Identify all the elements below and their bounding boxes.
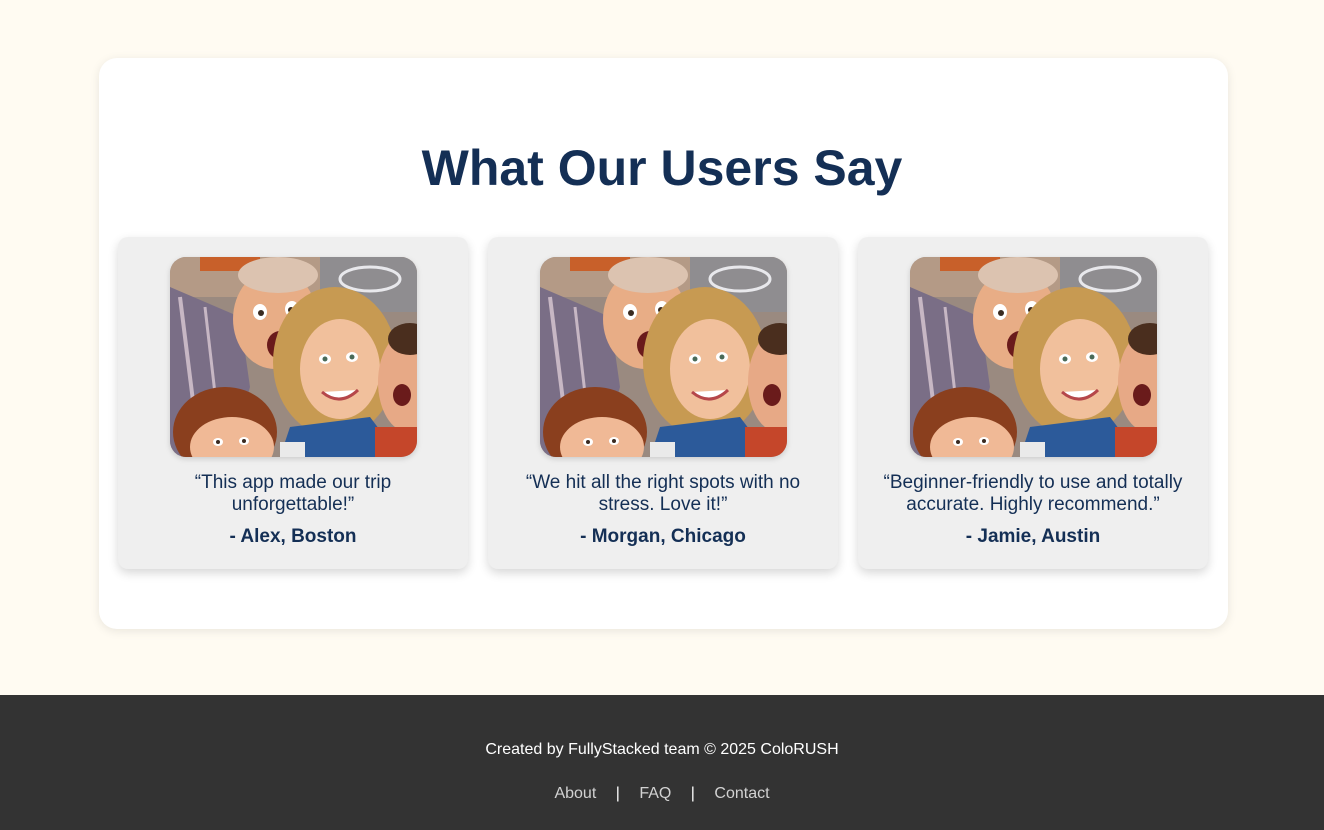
family-selfie-image <box>910 257 1157 457</box>
footer-nav: About | FAQ | Contact <box>0 784 1324 804</box>
testimonial-author: - Alex, Boston <box>229 526 357 547</box>
footer-link-contact[interactable]: Contact <box>714 785 769 802</box>
testimonial-author: - Morgan, Chicago <box>580 526 746 547</box>
testimonial-card: “We hit all the right spots with no stre… <box>488 237 838 569</box>
footer <box>0 695 1324 830</box>
testimonial-quote: “We hit all the right spots with no stre… <box>525 472 801 515</box>
family-selfie-image <box>540 257 787 457</box>
testimonial-photo <box>910 257 1157 457</box>
footer-credit: Created by FullyStacked team © 2025 Colo… <box>485 741 839 758</box>
footer-link-faq[interactable]: FAQ <box>639 785 671 802</box>
testimonial-author: - Jamie, Austin <box>965 526 1101 547</box>
testimonial-photo <box>540 257 787 457</box>
page-title: What Our Users Say <box>421 140 903 196</box>
footer-separator: | <box>690 785 695 802</box>
testimonial-photo <box>170 257 417 457</box>
testimonial-quote: “This app made our trip unforgettable!” <box>194 472 392 515</box>
testimonial-card: “Beginner-friendly to use and totally ac… <box>858 237 1208 569</box>
testimonial-card: “This app made our trip unforgettable!” … <box>118 237 468 569</box>
footer-separator: | <box>615 785 620 802</box>
family-selfie-image <box>170 257 417 457</box>
footer-link-about[interactable]: About <box>554 785 596 802</box>
testimonial-quote: “Beginner-friendly to use and totally ac… <box>883 472 1183 515</box>
